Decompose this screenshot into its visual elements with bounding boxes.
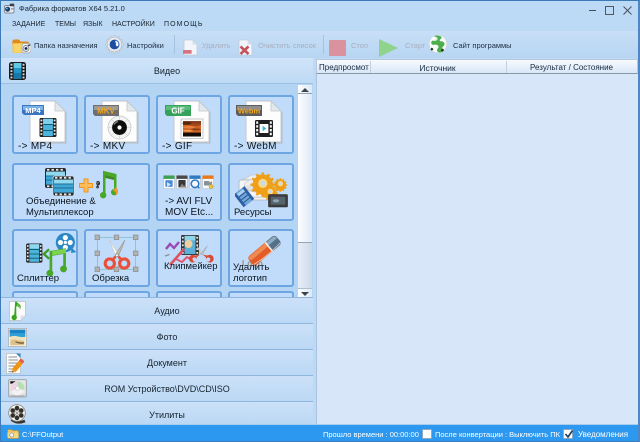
svg-text:MP4: MP4	[25, 106, 41, 115]
svg-text:MKV: MKV	[97, 107, 115, 116]
svg-text:Webm: Webm	[238, 107, 261, 116]
svg-text:GIF: GIF	[171, 107, 184, 116]
